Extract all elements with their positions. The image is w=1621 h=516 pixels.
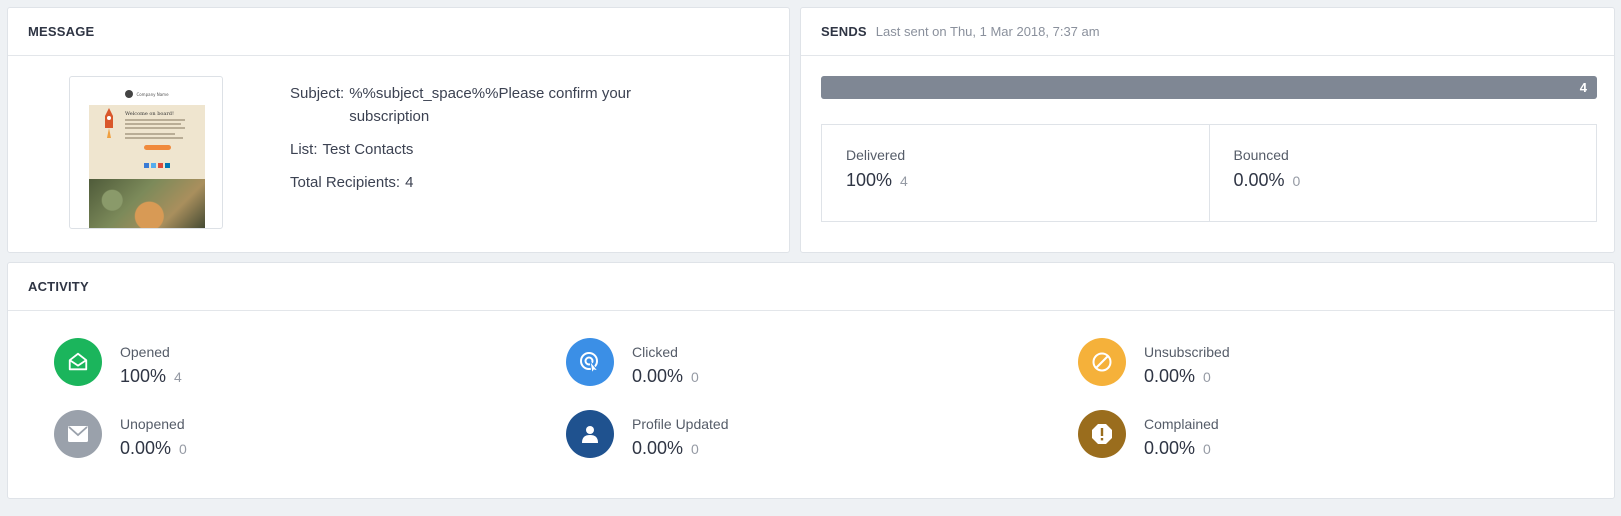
opened-percent: 100%: [120, 366, 167, 386]
clicked-percent: 0.00%: [632, 366, 684, 386]
delivered-percent: 100%: [846, 170, 893, 190]
complained-label: Complained: [1144, 416, 1219, 432]
sends-progress-fill: 4: [821, 76, 1597, 99]
delivered-label: Delivered: [846, 147, 906, 163]
bounced-percent: 0.00%: [1233, 170, 1285, 190]
sends-card-header: SENDS Last sent on Thu, 1 Mar 2018, 7:37…: [801, 8, 1614, 56]
message-card: MESSAGE Company Name Welcome on board! S…: [7, 7, 790, 253]
thumbnail-logo: Company Name: [89, 83, 205, 105]
delivered-count: 4: [900, 173, 908, 189]
sends-progress-bar: 4: [821, 76, 1597, 99]
activity-card-header: ACTIVITY: [8, 263, 1614, 311]
delivered-stat[interactable]: Delivered 100% 4: [822, 125, 1209, 221]
profile-updated-label: Profile Updated: [632, 416, 729, 432]
clicked-count: 0: [691, 369, 699, 385]
message-details: Subject: %%subject_space%%Please confirm…: [290, 82, 650, 194]
message-card-title: MESSAGE: [28, 24, 95, 39]
opened-label: Opened: [120, 344, 170, 360]
list-row: List: Test Contacts: [290, 138, 650, 161]
activity-unopened[interactable]: Unopened 0.00% 0: [54, 410, 187, 459]
profile-updated-percent: 0.00%: [632, 438, 684, 458]
bounced-stat[interactable]: Bounced 0.00% 0: [1208, 125, 1597, 221]
activity-unsubscribed[interactable]: Unsubscribed 0.00% 0: [1078, 338, 1230, 387]
subject-value: %%subject_space%%Please confirm your sub…: [349, 85, 632, 125]
unsubscribed-count: 0: [1203, 369, 1211, 385]
complained-count: 0: [1203, 441, 1211, 457]
cursor-click-icon: [566, 338, 614, 386]
clicked-label: Clicked: [632, 344, 678, 360]
envelope-open-icon: [54, 338, 102, 386]
recipients-value: 4: [405, 174, 414, 191]
thumbnail-photo: [89, 179, 205, 228]
bounced-label: Bounced: [1233, 147, 1289, 163]
last-sent-text: Last sent on Thu, 1 Mar 2018, 7:37 am: [875, 24, 1100, 39]
unopened-count: 0: [179, 441, 187, 457]
subject-row: Subject: %%subject_space%%Please confirm…: [290, 82, 650, 128]
activity-opened[interactable]: Opened 100% 4: [54, 338, 182, 387]
unopened-label: Unopened: [120, 416, 185, 432]
email-preview-thumbnail[interactable]: Company Name Welcome on board!: [69, 76, 223, 229]
activity-complained[interactable]: Complained 0.00% 0: [1078, 410, 1219, 459]
thumbnail-social-icons: [144, 163, 170, 168]
unsubscribed-label: Unsubscribed: [1144, 344, 1230, 360]
message-card-header: MESSAGE: [8, 8, 789, 56]
unsubscribed-percent: 0.00%: [1144, 366, 1196, 386]
opened-count: 4: [174, 369, 182, 385]
recipients-label: Total Recipients:: [290, 174, 401, 191]
activity-clicked[interactable]: Clicked 0.00% 0: [566, 338, 699, 387]
complained-percent: 0.00%: [1144, 438, 1196, 458]
user-icon: [566, 410, 614, 458]
recipients-row: Total Recipients: 4: [290, 171, 650, 194]
activity-card: ACTIVITY Opened 100% 4 Unopened 0.00% 0 …: [7, 262, 1615, 499]
thumbnail-button: [144, 145, 171, 150]
thumbnail-hero: Welcome on board!: [89, 105, 205, 179]
envelope-icon: [54, 410, 102, 458]
alert-octagon-icon: [1078, 410, 1126, 458]
subject-label: Subject:: [290, 85, 345, 102]
list-value: Test Contacts: [322, 141, 414, 158]
activity-card-title: ACTIVITY: [28, 279, 89, 294]
block-icon: [1078, 338, 1126, 386]
profile-updated-count: 0: [691, 441, 699, 457]
list-label: List:: [290, 141, 318, 158]
activity-profile-updated[interactable]: Profile Updated 0.00% 0: [566, 410, 729, 459]
sends-progress-label: 4: [1579, 80, 1587, 95]
sends-card-title: SENDS: [821, 24, 867, 39]
unopened-percent: 0.00%: [120, 438, 172, 458]
sends-stats: Delivered 100% 4 Bounced 0.00% 0: [821, 124, 1597, 222]
sends-card: SENDS Last sent on Thu, 1 Mar 2018, 7:37…: [800, 7, 1615, 253]
bounced-count: 0: [1292, 173, 1301, 189]
rocket-icon: [105, 108, 113, 138]
